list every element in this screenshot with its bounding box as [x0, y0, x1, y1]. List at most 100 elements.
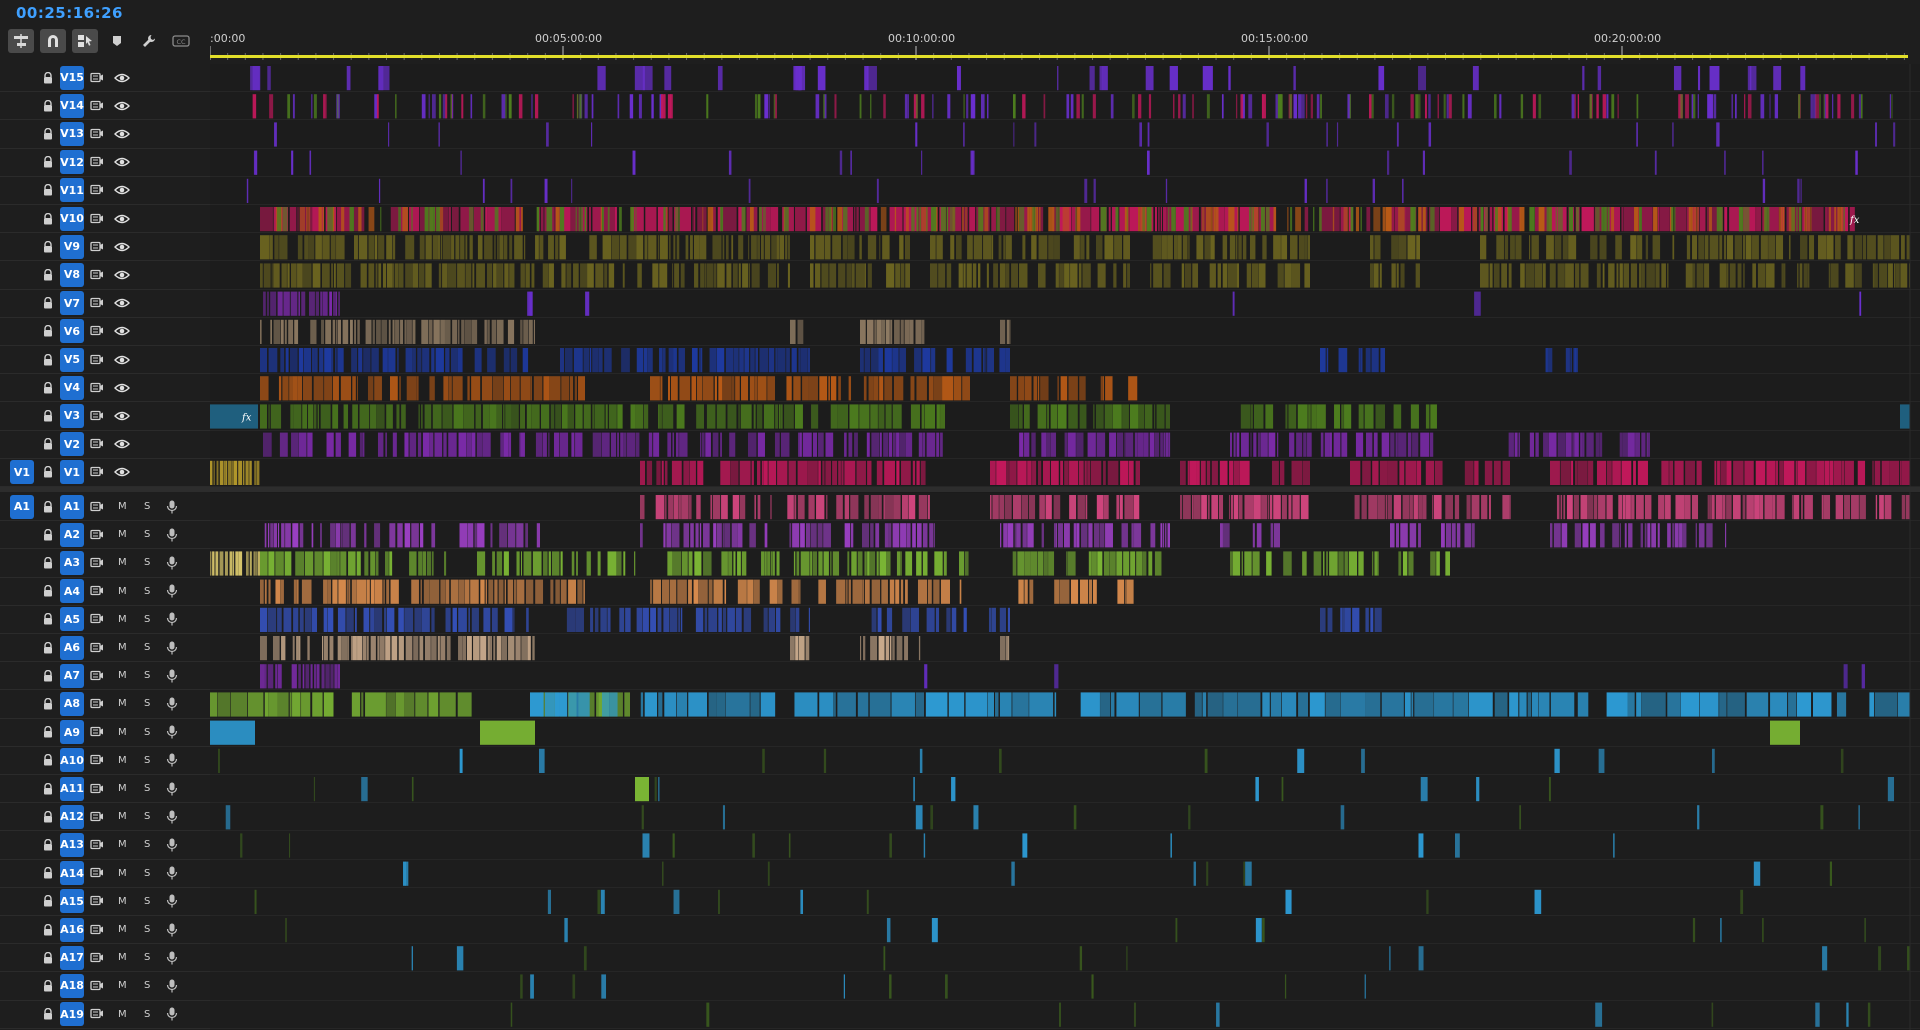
track-target-v15[interactable]: V15	[60, 65, 84, 90]
track-target-a2[interactable]: A2	[60, 522, 84, 547]
microphone-icon[interactable]	[166, 979, 178, 993]
mute-button[interactable]: M	[118, 868, 127, 879]
solo-button[interactable]: S	[144, 811, 150, 822]
microphone-icon[interactable]	[166, 838, 178, 852]
lock-icon[interactable]	[42, 528, 54, 541]
track-target-v6[interactable]: V6	[60, 319, 84, 344]
lock-icon[interactable]	[42, 726, 54, 738]
lock-icon[interactable]	[42, 697, 54, 710]
track-target-v1[interactable]: V1	[60, 460, 84, 485]
solo-button[interactable]: S	[144, 980, 150, 991]
lock-icon[interactable]	[42, 782, 54, 795]
mute-button[interactable]: M	[118, 529, 127, 540]
mute-button[interactable]: M	[118, 698, 127, 709]
microphone-icon[interactable]	[166, 641, 178, 655]
solo-button[interactable]: S	[144, 529, 150, 540]
sync-lock-icon[interactable]	[90, 466, 104, 478]
solo-button[interactable]: S	[144, 614, 150, 625]
solo-button[interactable]: S	[144, 670, 150, 681]
lock-icon[interactable]	[42, 268, 54, 281]
lock-icon[interactable]	[42, 1008, 54, 1020]
lock-icon[interactable]	[42, 810, 54, 823]
lock-icon[interactable]	[42, 438, 54, 450]
eye-icon[interactable]	[114, 382, 130, 394]
solo-button[interactable]: S	[144, 727, 150, 738]
eye-icon[interactable]	[114, 72, 130, 84]
work-area-bar[interactable]	[210, 55, 1908, 58]
eye-icon[interactable]	[114, 128, 130, 140]
mute-button[interactable]: M	[118, 642, 127, 653]
microphone-icon[interactable]	[166, 584, 178, 598]
track-target-v10[interactable]: V10	[60, 206, 84, 231]
sync-lock-icon[interactable]	[90, 670, 104, 682]
track-target-a16[interactable]: A16	[60, 917, 84, 942]
sync-lock-icon[interactable]	[90, 529, 104, 541]
mute-button[interactable]: M	[118, 755, 127, 766]
lock-icon[interactable]	[42, 409, 54, 422]
microphone-icon[interactable]	[166, 753, 178, 767]
track-target-a12[interactable]: A12	[60, 804, 84, 829]
eye-icon[interactable]	[114, 269, 130, 281]
lock-icon[interactable]	[42, 838, 54, 851]
sync-lock-icon[interactable]	[90, 924, 104, 936]
eye-icon[interactable]	[114, 410, 130, 422]
sync-lock-icon[interactable]	[90, 557, 104, 569]
microphone-icon[interactable]	[166, 725, 178, 739]
solo-button[interactable]: S	[144, 924, 150, 935]
microphone-icon[interactable]	[166, 923, 178, 937]
sync-lock-icon[interactable]	[90, 952, 104, 964]
microphone-icon[interactable]	[166, 894, 178, 908]
track-target-a6[interactable]: A6	[60, 635, 84, 660]
sync-lock-icon[interactable]	[90, 269, 104, 281]
mute-button[interactable]: M	[118, 980, 127, 991]
lock-icon[interactable]	[42, 353, 54, 366]
solo-button[interactable]: S	[144, 642, 150, 653]
sync-lock-icon[interactable]	[90, 501, 104, 513]
track-target-a13[interactable]: A13	[60, 832, 84, 857]
track-target-a1[interactable]: A1	[60, 494, 84, 519]
sync-lock-icon[interactable]	[90, 754, 104, 766]
track-target-v13[interactable]: V13	[60, 121, 84, 146]
lock-icon[interactable]	[42, 184, 54, 196]
playhead-timecode[interactable]: 00:25:16:26	[16, 4, 123, 22]
sync-lock-icon[interactable]	[90, 382, 104, 394]
lock-icon[interactable]	[42, 895, 54, 907]
sync-lock-icon[interactable]	[90, 410, 104, 422]
track-target-v9[interactable]: V9	[60, 234, 84, 259]
solo-button[interactable]: S	[144, 586, 150, 597]
mute-button[interactable]: M	[118, 727, 127, 738]
sync-lock-icon[interactable]	[90, 698, 104, 710]
lock-icon[interactable]	[42, 556, 54, 569]
track-target-v2[interactable]: V2	[60, 432, 84, 457]
mute-button[interactable]: M	[118, 952, 127, 963]
solo-button[interactable]: S	[144, 557, 150, 568]
track-target-v12[interactable]: V12	[60, 150, 84, 175]
track-target-a14[interactable]: A14	[60, 861, 84, 886]
lock-icon[interactable]	[42, 99, 54, 112]
sync-lock-icon[interactable]	[90, 128, 104, 140]
solo-button[interactable]: S	[144, 783, 150, 794]
lock-icon[interactable]	[42, 500, 54, 513]
captions-button[interactable]: CC	[168, 29, 194, 53]
microphone-icon[interactable]	[166, 612, 178, 626]
track-target-a5[interactable]: A5	[60, 607, 84, 632]
sync-lock-icon[interactable]	[90, 100, 104, 112]
microphone-icon[interactable]	[166, 528, 178, 542]
sync-lock-icon[interactable]	[90, 213, 104, 225]
eye-icon[interactable]	[114, 241, 130, 253]
mute-button[interactable]: M	[118, 670, 127, 681]
sync-lock-icon[interactable]	[90, 895, 104, 907]
lock-icon[interactable]	[42, 127, 54, 140]
sync-lock-icon[interactable]	[90, 867, 104, 879]
lock-icon[interactable]	[42, 923, 54, 936]
lock-icon[interactable]	[42, 979, 54, 992]
lock-icon[interactable]	[42, 754, 54, 766]
track-target-v5[interactable]: V5	[60, 347, 84, 372]
sync-lock-icon[interactable]	[90, 839, 104, 851]
track-target-a7[interactable]: A7	[60, 663, 84, 688]
solo-button[interactable]: S	[144, 952, 150, 963]
mute-button[interactable]: M	[118, 896, 127, 907]
track-area[interactable]: fx fx	[210, 64, 1920, 1030]
eye-icon[interactable]	[114, 325, 130, 337]
solo-button[interactable]: S	[144, 1009, 150, 1020]
